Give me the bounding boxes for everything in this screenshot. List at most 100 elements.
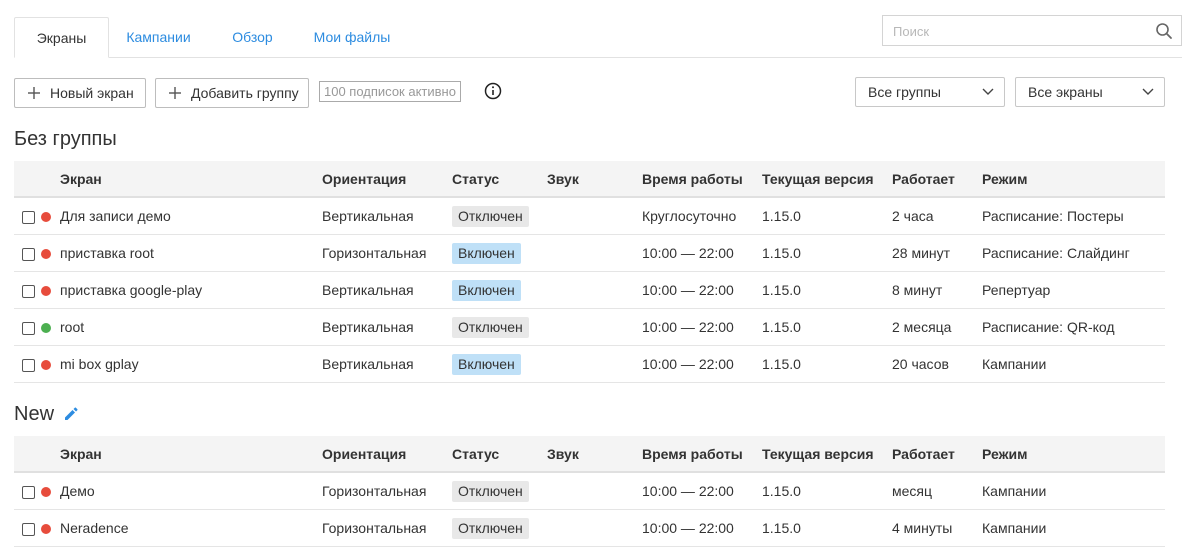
screen-name[interactable]: приставка root: [60, 234, 322, 272]
column-header-orientation[interactable]: Ориентация: [322, 436, 452, 473]
online-status-dot: [41, 286, 51, 297]
row-checkbox[interactable]: [22, 358, 35, 372]
row-checkbox[interactable]: [22, 210, 35, 224]
table-row[interactable]: root Вертикальная Отключен 10:00 — 22:00 1.1…: [14, 308, 1165, 346]
status-badge: Включен: [452, 279, 521, 301]
tab-campaigns[interactable]: Кампании: [111, 17, 206, 57]
row-select-cell: [14, 234, 60, 272]
column-header-mode[interactable]: Режим: [982, 161, 1165, 198]
column-header-status[interactable]: Статус: [452, 161, 547, 198]
mode-cell: Кампании: [982, 345, 1165, 383]
plus-icon: [28, 87, 40, 99]
status-badge: Включен: [452, 242, 521, 264]
column-header-version[interactable]: Текущая версия: [762, 436, 892, 473]
info-icon[interactable]: [484, 82, 502, 100]
table-header-row: Экран Ориентация Статус Звук Время работ…: [14, 436, 1165, 473]
search-input[interactable]: [893, 22, 1143, 40]
table-row[interactable]: приставка root Горизонтальная Включен 10:00…: [14, 234, 1165, 272]
uptime-cell: 20 часов: [892, 345, 982, 383]
table-row[interactable]: приставка google-play Вертикальная Включен…: [14, 271, 1165, 309]
online-status-dot: [41, 212, 51, 223]
search-icon[interactable]: [1155, 22, 1173, 40]
table-row[interactable]: mi box gplay Вертикальная Включен 10:00 — 2…: [14, 345, 1165, 383]
sound-cell: [547, 308, 642, 346]
status-badge: Отключен: [452, 480, 529, 502]
column-header-sound[interactable]: Звук: [547, 436, 642, 473]
row-select-cell: [14, 472, 60, 510]
add-group-button[interactable]: Добавить группу: [155, 78, 309, 108]
row-checkbox[interactable]: [22, 522, 35, 536]
add-group-label: Добавить группу: [191, 85, 299, 101]
sound-cell: [547, 345, 642, 383]
screen-name[interactable]: root: [60, 308, 322, 346]
orientation-cell: Вертикальная: [322, 271, 452, 309]
hours-cell: 10:00 — 22:00: [642, 509, 762, 547]
column-header-uptime[interactable]: Работает: [892, 436, 982, 473]
online-status-dot: [41, 323, 51, 334]
status-cell: Включен: [452, 345, 547, 383]
new-screen-label: Новый экран: [50, 85, 134, 101]
column-header-hours[interactable]: Время работы: [642, 436, 762, 473]
table-row[interactable]: Демо Горизонтальная Отключен 10:00 — 22:00 1…: [14, 472, 1165, 510]
row-checkbox[interactable]: [22, 485, 35, 499]
orientation-cell: Горизонтальная: [322, 509, 452, 547]
plus-icon: [169, 87, 181, 99]
column-header-uptime[interactable]: Работает: [892, 161, 982, 198]
screen-name[interactable]: mi box gplay: [60, 345, 322, 383]
pencil-icon[interactable]: [63, 406, 79, 422]
row-select-cell: [14, 308, 60, 346]
column-header-orientation[interactable]: Ориентация: [322, 161, 452, 198]
sound-cell: [547, 509, 642, 547]
column-header-screen[interactable]: Экран: [60, 436, 322, 473]
tab-my-files[interactable]: Мои файлы: [304, 17, 400, 57]
mode-cell: Репертуар: [982, 271, 1165, 309]
group-title: New: [14, 403, 55, 425]
version-cell: 1.15.0: [762, 308, 892, 346]
new-screen-button[interactable]: Новый экран: [14, 78, 146, 108]
version-cell: 1.15.0: [762, 345, 892, 383]
online-status-dot: [41, 487, 51, 498]
column-header-screen[interactable]: Экран: [60, 161, 322, 198]
chevron-down-icon: [1142, 88, 1154, 95]
groups-filter-select[interactable]: Все группы: [855, 77, 1005, 107]
hours-cell: 10:00 — 22:00: [642, 271, 762, 309]
version-cell: 1.15.0: [762, 234, 892, 272]
uptime-cell: 8 минут: [892, 271, 982, 309]
table-row[interactable]: Для записи демо Вертикальная Отключен Кругл…: [14, 197, 1165, 235]
row-checkbox[interactable]: [22, 247, 35, 261]
screens-filter-value: Все экраны: [1028, 84, 1103, 100]
column-header-hours[interactable]: Время работы: [642, 161, 762, 198]
screens-filter-select[interactable]: Все экраны: [1015, 77, 1165, 107]
status-badge: Отключен: [452, 205, 529, 227]
column-header-mode[interactable]: Режим: [982, 436, 1165, 473]
uptime-cell: 28 минут: [892, 234, 982, 272]
sound-cell: [547, 197, 642, 235]
tab-overview[interactable]: Обзор: [214, 17, 291, 57]
orientation-cell: Вертикальная: [322, 345, 452, 383]
chevron-down-icon: [982, 88, 994, 95]
table-row[interactable]: Neradence Горизонтальная Отключен 10:00 — 2…: [14, 509, 1165, 547]
orientation-cell: Горизонтальная: [322, 234, 452, 272]
column-header-status[interactable]: Статус: [452, 436, 547, 473]
column-header-sound[interactable]: Звук: [547, 161, 642, 198]
screen-name[interactable]: Для записи демо: [60, 197, 322, 235]
row-checkbox[interactable]: [22, 284, 35, 298]
screen-name[interactable]: Neradence: [60, 509, 322, 547]
tab-screens[interactable]: Экраны: [14, 17, 109, 58]
column-header-version[interactable]: Текущая версия: [762, 161, 892, 198]
status-badge: Включен: [452, 353, 521, 375]
status-cell: Включен: [452, 271, 547, 309]
mode-cell: Расписание: QR-код: [982, 308, 1165, 346]
row-select-cell: [14, 345, 60, 383]
row-checkbox[interactable]: [22, 321, 35, 335]
hours-cell: 10:00 — 22:00: [642, 234, 762, 272]
screens-table: Экран Ориентация Статус Звук Время работ…: [14, 161, 1165, 383]
version-cell: 1.15.0: [762, 197, 892, 235]
sound-cell: [547, 271, 642, 309]
screen-name[interactable]: Демо: [60, 472, 322, 510]
online-status-dot: [41, 360, 51, 371]
subscriptions-count: 100 подписок активно: [319, 81, 461, 102]
screen-name[interactable]: приставка google-play: [60, 271, 322, 309]
mode-cell: Кампании: [982, 509, 1165, 547]
header-select: [14, 436, 60, 473]
